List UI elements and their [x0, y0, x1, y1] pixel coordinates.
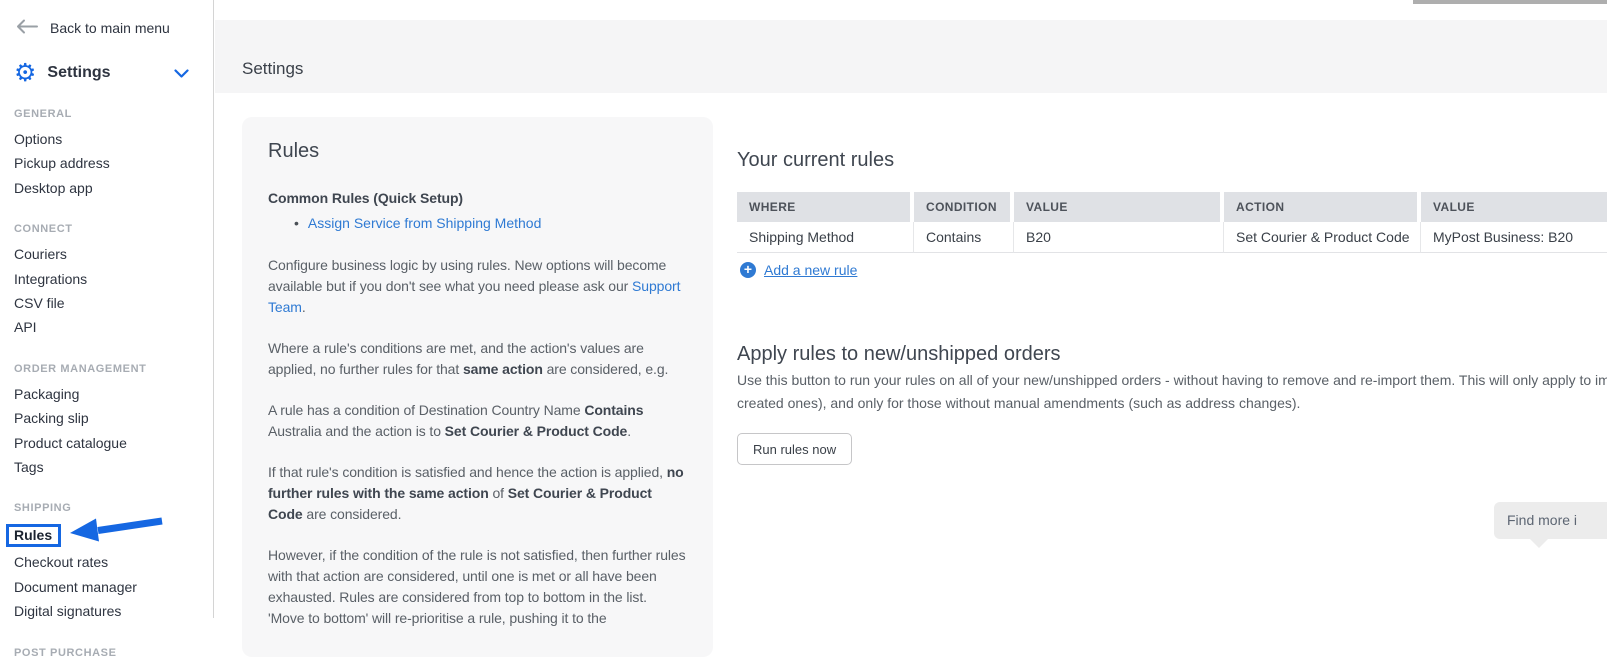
top-scrollbar-fragment [1413, 0, 1607, 4]
section-label-connect: CONNECT [14, 217, 213, 241]
description-text: Configure business logic by using rules.… [268, 257, 666, 294]
page-header-bar: Settings [215, 20, 1607, 93]
find-more-tooltip[interactable]: Find more i [1494, 502, 1607, 539]
back-arrow-icon [16, 19, 38, 37]
section-label-general: GENERAL [14, 102, 213, 126]
description-bold: Set Courier & Product Code [445, 423, 628, 439]
apply-rules-line-1: Use this button to run your rules on all… [737, 369, 1607, 392]
sidebar-item-api[interactable]: API [14, 315, 213, 339]
description-text: A rule has a condition of Destination Co… [268, 402, 584, 418]
column-header-condition: CONDITION [914, 192, 1014, 222]
sidebar-item-rules-row: Rules [14, 520, 213, 550]
sidebar-item-checkout-rates[interactable]: Checkout rates [14, 550, 213, 574]
rules-example-2: If that rule's condition is satisfied an… [268, 462, 687, 525]
plus-circle-icon [740, 262, 756, 278]
add-new-rule[interactable]: Add a new rule [740, 262, 857, 278]
cell-action: Set Courier & Product Code [1224, 222, 1421, 253]
rules-example-1: A rule has a condition of Destination Co… [268, 400, 687, 442]
sidebar-item-csv-file[interactable]: CSV file [14, 291, 213, 315]
cell-where: Shipping Method [737, 222, 914, 253]
current-rules-table: WHERE CONDITION VALUE ACTION VALUE Shipp… [737, 192, 1607, 253]
sidebar-item-packaging[interactable]: Packaging [14, 382, 213, 406]
settings-page: Back to main menu ⚙ Settings GENERAL Opt… [0, 0, 1607, 618]
sidebar-item-tags[interactable]: Tags [14, 455, 213, 479]
cell-condition: Contains [914, 222, 1014, 253]
description-text: . [627, 423, 631, 439]
column-header-where: WHERE [737, 192, 914, 222]
sidebar-item-pickup-address[interactable]: Pickup address [14, 151, 213, 175]
sidebar-item-document-manager[interactable]: Document manager [14, 575, 213, 599]
sidebar-item-desktop-app[interactable]: Desktop app [14, 176, 213, 200]
gear-icon: ⚙ [14, 61, 36, 85]
back-label: Back to main menu [50, 20, 170, 36]
assign-service-link[interactable]: Assign Service from Shipping Method [308, 215, 541, 231]
sidebar-item-options[interactable]: Options [14, 127, 213, 151]
rules-info-panel: Rules Common Rules (Quick Setup) Assign … [242, 117, 713, 657]
description-text: are considered, e.g. [543, 361, 669, 377]
apply-rules-title: Apply rules to new/unshipped orders [737, 343, 1061, 366]
sidebar-settings-header[interactable]: ⚙ Settings [14, 61, 213, 85]
sidebar-item-product-catalogue[interactable]: Product catalogue [14, 431, 213, 455]
description-bold: same action [463, 361, 543, 377]
apply-rules-line-2: created ones), and only for those withou… [737, 392, 1607, 415]
rules-panel-title: Rules [268, 140, 687, 163]
section-label-order-management: ORDER MANAGEMENT [14, 357, 213, 381]
column-header-action: ACTION [1224, 192, 1421, 222]
description-text: of [489, 485, 508, 501]
column-header-value: VALUE [1014, 192, 1224, 222]
sidebar-item-digital-signatures[interactable]: Digital signatures [14, 599, 213, 623]
quick-setup-list: Assign Service from Shipping Method [268, 211, 687, 235]
rules-description-2: Where a rule's conditions are met, and t… [268, 338, 687, 380]
quick-setup-item: Assign Service from Shipping Method [294, 211, 687, 235]
cell-value: B20 [1014, 222, 1224, 253]
add-new-rule-link[interactable]: Add a new rule [764, 262, 857, 278]
settings-sidebar: Back to main menu ⚙ Settings GENERAL Opt… [0, 0, 214, 618]
description-text: . [302, 299, 306, 315]
sidebar-item-integrations[interactable]: Integrations [14, 267, 213, 291]
sidebar-settings-title: Settings [47, 64, 110, 82]
sidebar-item-packing-slip[interactable]: Packing slip [14, 406, 213, 430]
back-to-main-menu-link[interactable]: Back to main menu [14, 0, 213, 39]
table-row[interactable]: Shipping Method Contains B20 Set Courier… [737, 222, 1607, 253]
section-label-shipping: SHIPPING [14, 496, 213, 520]
description-text: are considered. [303, 506, 402, 522]
sidebar-item-couriers[interactable]: Couriers [14, 242, 213, 266]
common-rules-heading: Common Rules (Quick Setup) [268, 188, 687, 209]
run-rules-now-button[interactable]: Run rules now [737, 433, 852, 465]
annotation-arrow-icon [66, 514, 168, 549]
description-text: Australia and the action is to [268, 423, 445, 439]
rules-description-3: However, if the condition of the rule is… [268, 545, 687, 629]
page-title: Settings [242, 59, 303, 79]
description-bold: Contains [584, 402, 643, 418]
apply-rules-description: Use this button to run your rules on all… [737, 369, 1607, 415]
column-header-value-2: VALUE [1421, 192, 1607, 222]
chevron-down-icon [174, 66, 189, 84]
current-rules-title: Your current rules [737, 149, 894, 172]
cell-value-2: MyPost Business: B20 [1421, 222, 1607, 253]
table-header-row: WHERE CONDITION VALUE ACTION VALUE [737, 192, 1607, 222]
section-label-post-purchase: POST PURCHASE [14, 641, 213, 665]
rules-description-1: Configure business logic by using rules.… [268, 255, 687, 318]
description-text: If that rule's condition is satisfied an… [268, 464, 667, 480]
sidebar-item-rules[interactable]: Rules [6, 524, 61, 547]
